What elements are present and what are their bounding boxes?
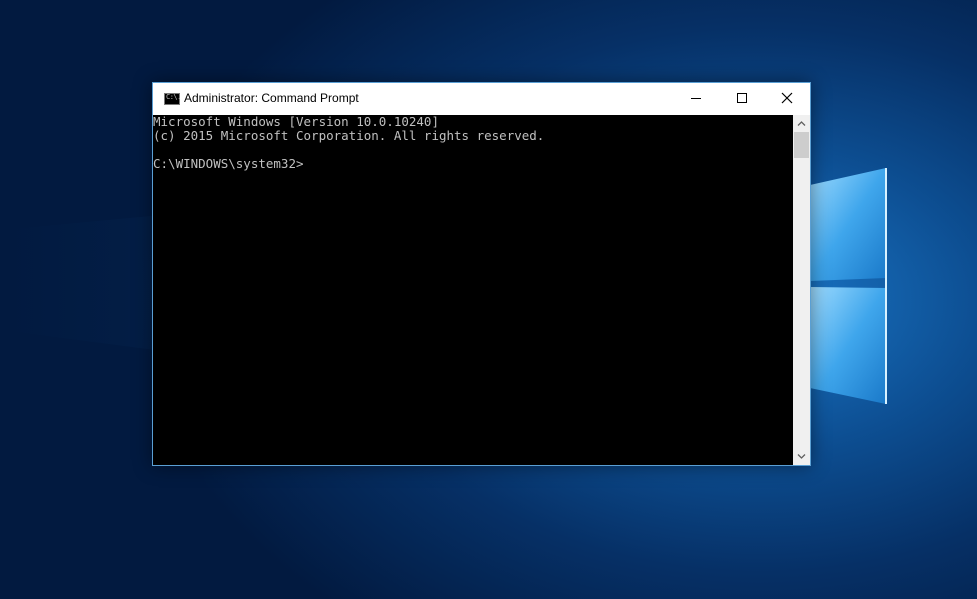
desktop-background: C:\. Administrator: Command Prompt Micro… bbox=[0, 0, 977, 599]
cmd-icon-label: C:\. bbox=[166, 93, 181, 101]
scroll-up-button[interactable] bbox=[793, 115, 810, 132]
console-output[interactable]: Microsoft Windows [Version 10.0.10240] (… bbox=[153, 115, 793, 465]
minimize-button[interactable] bbox=[673, 83, 719, 115]
command-prompt-window[interactable]: C:\. Administrator: Command Prompt Micro… bbox=[152, 82, 811, 466]
close-button[interactable] bbox=[764, 83, 810, 115]
maximize-button[interactable] bbox=[719, 83, 765, 115]
title-bar[interactable]: C:\. Administrator: Command Prompt bbox=[153, 83, 810, 115]
window-title: Administrator: Command Prompt bbox=[184, 91, 359, 105]
console-line-version: Microsoft Windows [Version 10.0.10240] bbox=[153, 115, 439, 129]
cmd-app-icon[interactable]: C:\. bbox=[164, 93, 181, 105]
console-line-copyright: (c) 2015 Microsoft Corporation. All righ… bbox=[153, 128, 545, 143]
command-prompt-line[interactable]: C:\WINDOWS\system32> bbox=[153, 157, 304, 171]
minimize-icon bbox=[691, 98, 701, 99]
vertical-scrollbar[interactable] bbox=[793, 115, 810, 465]
maximize-icon bbox=[737, 93, 747, 103]
scroll-thumb[interactable] bbox=[794, 132, 809, 158]
close-icon bbox=[781, 92, 793, 104]
chevron-up-icon bbox=[797, 121, 806, 126]
chevron-down-icon bbox=[797, 454, 806, 459]
scroll-down-button[interactable] bbox=[793, 448, 810, 465]
